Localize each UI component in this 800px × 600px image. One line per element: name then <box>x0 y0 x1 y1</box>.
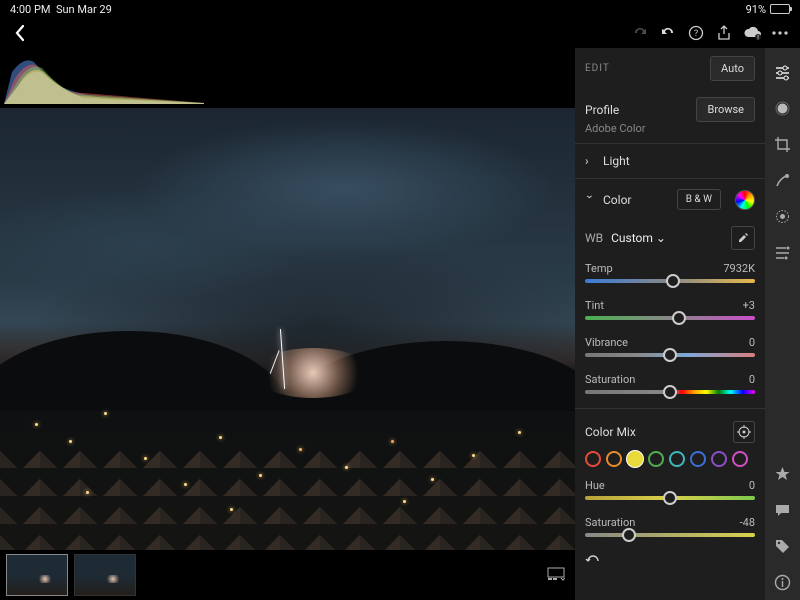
light-section-toggle[interactable]: › Light <box>575 144 765 178</box>
light-label: Light <box>603 154 630 168</box>
filmstrip[interactable] <box>0 550 575 600</box>
slider-knob[interactable] <box>663 491 677 505</box>
browse-profile-button[interactable]: Browse <box>696 97 755 122</box>
auto-button[interactable]: Auto <box>710 56 755 81</box>
adjust-tool[interactable] <box>765 54 800 90</box>
undo-button[interactable] <box>654 19 682 47</box>
edit-heading: EDIT <box>585 63 610 74</box>
slider-knob[interactable] <box>663 348 677 362</box>
color-swatch[interactable] <box>606 451 622 467</box>
local-tool[interactable] <box>765 234 800 270</box>
color-swatch[interactable] <box>690 451 706 467</box>
battery-icon <box>770 4 790 14</box>
battery-percent: 91% <box>746 3 766 16</box>
color-swatch[interactable] <box>669 451 685 467</box>
reset-section-button[interactable] <box>575 547 765 578</box>
colormix-label: Color Mix <box>585 425 636 439</box>
chevron-down-icon: ⌄ <box>656 231 666 245</box>
svg-text:?: ? <box>694 29 698 39</box>
thumbnail[interactable] <box>74 554 136 596</box>
slider-knob[interactable] <box>663 385 677 399</box>
color-label: Color <box>603 193 631 207</box>
temp-slider[interactable]: Temp7932K <box>575 256 765 293</box>
cloud-sync-button[interactable]: ! <box>738 19 766 47</box>
saturation-slider[interactable]: Saturation0 <box>575 367 765 404</box>
comments-tool[interactable] <box>765 492 800 528</box>
profile-label: Profile <box>585 103 619 117</box>
app-topbar: ? ! <box>0 18 800 48</box>
redo-button[interactable] <box>626 19 654 47</box>
healing-tool[interactable] <box>765 162 800 198</box>
filmstrip-view-toggle[interactable] <box>543 566 569 585</box>
help-button[interactable]: ? <box>682 19 710 47</box>
wb-dropdown[interactable]: Custom ⌄ <box>611 231 666 245</box>
keywords-tool[interactable] <box>765 528 800 564</box>
bw-toggle[interactable]: B & W <box>677 189 721 210</box>
color-swatch[interactable] <box>711 451 727 467</box>
edit-panel: EDIT Auto Profile Browse Adobe Color › L… <box>575 48 765 600</box>
color-swatch[interactable] <box>585 451 601 467</box>
color-mix-swatches <box>575 445 765 473</box>
tool-strip <box>765 48 800 600</box>
wb-eyedropper[interactable] <box>731 226 755 250</box>
target-adjust-button[interactable] <box>733 421 755 443</box>
device-status-bar: 4:00 PM Sun Mar 29 91% <box>0 0 800 18</box>
color-swatch[interactable] <box>627 451 643 467</box>
status-time: 4:00 PM <box>10 3 50 16</box>
crop-tool[interactable] <box>765 126 800 162</box>
slider-knob[interactable] <box>666 274 680 288</box>
profile-value: Adobe Color <box>575 122 765 143</box>
info-tool[interactable] <box>765 564 800 600</box>
vibrance-slider[interactable]: Vibrance0 <box>575 330 765 367</box>
status-date: Sun Mar 29 <box>56 3 112 16</box>
thumbnail[interactable] <box>6 554 68 596</box>
slider-knob[interactable] <box>622 528 636 542</box>
wb-label: WB <box>585 231 603 245</box>
share-button[interactable] <box>710 19 738 47</box>
slider-knob[interactable] <box>672 311 686 325</box>
histogram[interactable] <box>0 48 575 108</box>
mix-saturation-slider[interactable]: Saturation-48 <box>575 510 765 547</box>
photo-canvas-area <box>0 48 575 600</box>
color-swatch[interactable] <box>732 451 748 467</box>
color-wheel-icon[interactable] <box>735 190 755 210</box>
more-button[interactable] <box>766 19 794 47</box>
photo-preview[interactable] <box>0 108 575 560</box>
color-section-toggle[interactable]: › Color B & W <box>575 179 765 220</box>
hue-slider[interactable]: Hue0 <box>575 473 765 510</box>
back-button[interactable] <box>6 19 34 47</box>
radial-tool[interactable] <box>765 198 800 234</box>
chevron-down-icon: › <box>583 195 597 205</box>
color-swatch[interactable] <box>648 451 664 467</box>
rating-tool[interactable] <box>765 456 800 492</box>
chevron-right-icon: › <box>585 154 595 168</box>
presets-tool[interactable] <box>765 90 800 126</box>
tint-slider[interactable]: Tint+3 <box>575 293 765 330</box>
